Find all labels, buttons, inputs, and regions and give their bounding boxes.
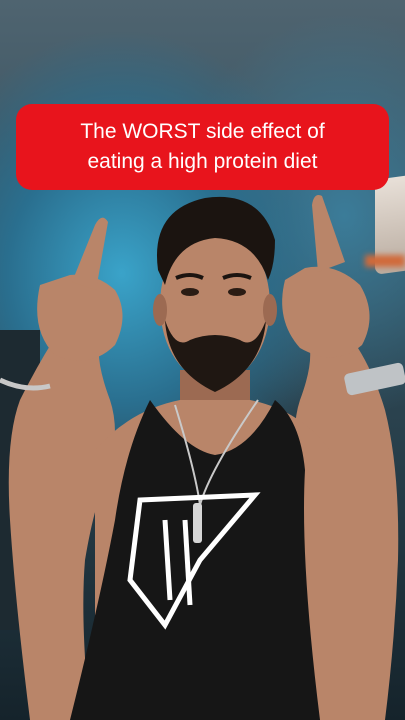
caption-line-2: eating a high protein diet — [87, 150, 318, 173]
video-frame: The WORST side effect of eating a high p… — [0, 0, 405, 720]
caption-line-1: The WORST side effect of — [80, 120, 325, 143]
caption-banner: The WORST side effect of eating a high p… — [16, 104, 389, 190]
